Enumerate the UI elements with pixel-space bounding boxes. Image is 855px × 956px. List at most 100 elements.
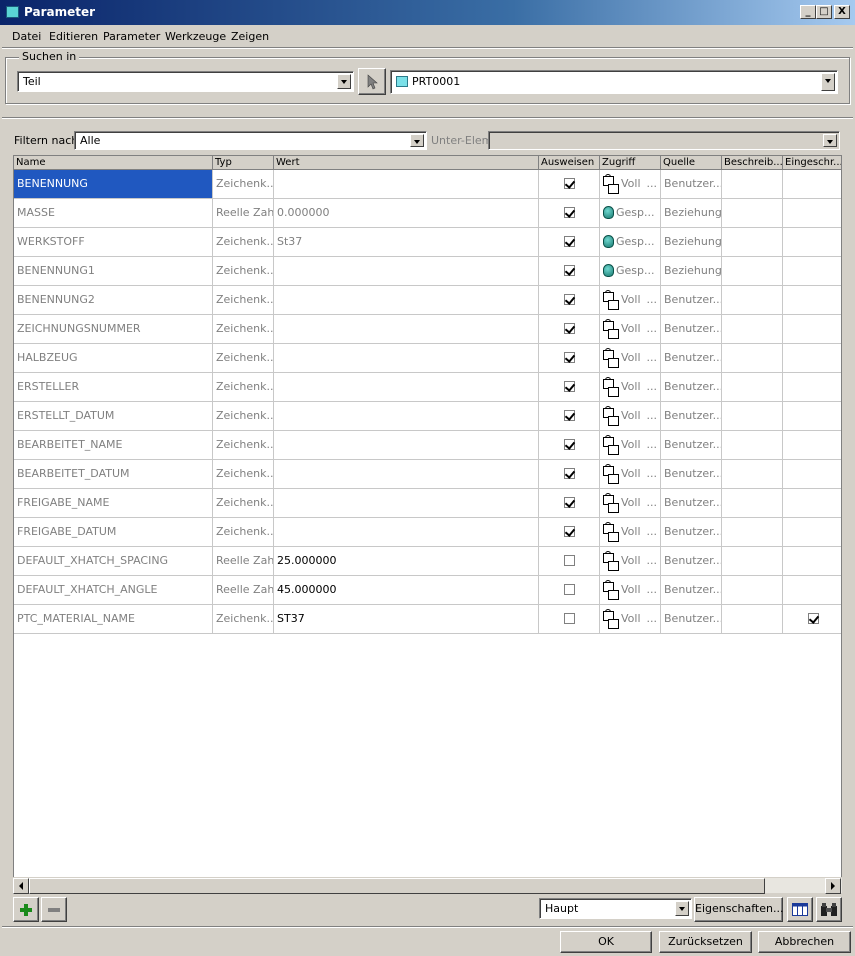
access-more[interactable]: ... <box>647 554 658 567</box>
ausweisen-checkbox[interactable] <box>564 207 575 218</box>
ausweisen-checkbox[interactable] <box>564 381 575 392</box>
column-header-wert[interactable]: Wert <box>274 156 539 170</box>
cell-eingeschraenkt[interactable] <box>783 228 841 256</box>
close-button[interactable]: X <box>834 5 850 19</box>
cell-typ[interactable]: Zeichenk... <box>213 605 274 633</box>
cell-wert[interactable] <box>274 431 539 459</box>
cell-name[interactable]: DEFAULT_XHATCH_ANGLE <box>14 576 213 604</box>
ausweisen-checkbox[interactable] <box>564 584 575 595</box>
cell-ausweisen[interactable] <box>539 257 600 285</box>
access-more[interactable]: ... <box>647 322 658 335</box>
cell-ausweisen[interactable] <box>539 489 600 517</box>
cell-beschreibung[interactable] <box>722 460 783 488</box>
column-header-eingeschraenkt[interactable]: Eingeschr... <box>783 156 841 170</box>
cell-eingeschraenkt[interactable] <box>783 373 841 401</box>
horizontal-scrollbar[interactable] <box>13 877 842 894</box>
remove-parameter-button[interactable] <box>41 897 67 922</box>
cell-wert[interactable]: 0.000000 <box>274 199 539 227</box>
ausweisen-checkbox[interactable] <box>564 178 575 189</box>
cell-zugriff[interactable]: Voll... <box>600 286 661 314</box>
cell-ausweisen[interactable] <box>539 402 600 430</box>
ausweisen-checkbox[interactable] <box>564 526 575 537</box>
ausweisen-checkbox[interactable] <box>564 497 575 508</box>
cell-eingeschraenkt[interactable] <box>783 431 841 459</box>
cell-quelle[interactable]: Benutzer... <box>661 286 722 314</box>
cell-quelle[interactable]: Beziehung <box>661 257 722 285</box>
cell-name[interactable]: BEARBEITET_DATUM <box>14 460 213 488</box>
cell-zugriff[interactable]: Voll... <box>600 460 661 488</box>
cell-typ[interactable]: Zeichenk... <box>213 228 274 256</box>
cell-name[interactable]: HALBZEUG <box>14 344 213 372</box>
access-more[interactable]: ... <box>647 409 658 422</box>
cell-ausweisen[interactable] <box>539 344 600 372</box>
properties-button[interactable]: Eigenschaften... <box>694 897 783 922</box>
cell-beschreibung[interactable] <box>722 286 783 314</box>
access-more[interactable]: ... <box>647 612 658 625</box>
access-more[interactable]: ... <box>647 351 658 364</box>
cell-name[interactable]: MASSE <box>14 199 213 227</box>
cell-typ[interactable]: Reelle Zahl <box>213 547 274 575</box>
cell-zugriff[interactable]: Voll... <box>600 170 661 198</box>
cell-eingeschraenkt[interactable] <box>783 199 841 227</box>
cell-beschreibung[interactable] <box>722 402 783 430</box>
table-row[interactable]: ERSTELLER Zeichenk... Voll... Benutzer... <box>14 373 841 402</box>
cell-typ[interactable]: Zeichenk... <box>213 402 274 430</box>
cell-beschreibung[interactable] <box>722 315 783 343</box>
filter-select[interactable]: Alle <box>74 131 427 150</box>
cell-zugriff[interactable]: Voll... <box>600 489 661 517</box>
cell-eingeschraenkt[interactable] <box>783 402 841 430</box>
cell-wert[interactable] <box>274 489 539 517</box>
cell-beschreibung[interactable] <box>722 344 783 372</box>
cell-name[interactable]: WERKSTOFF <box>14 228 213 256</box>
access-more[interactable]: ... <box>647 293 658 306</box>
ausweisen-checkbox[interactable] <box>564 468 575 479</box>
cell-wert[interactable] <box>274 315 539 343</box>
table-row[interactable]: BENENNUNG1 Zeichenk... Gesp... Beziehung <box>14 257 841 286</box>
scroll-left-icon[interactable] <box>13 878 29 894</box>
table-row[interactable]: PTC_MATERIAL_NAME Zeichenk... ST37 Voll... B… <box>14 605 841 634</box>
cell-eingeschraenkt[interactable] <box>783 518 841 546</box>
table-row[interactable]: ERSTELLT_DATUM Zeichenk... Voll... Benutzer… <box>14 402 841 431</box>
cell-zugriff[interactable]: Voll... <box>600 518 661 546</box>
cell-eingeschraenkt[interactable] <box>783 576 841 604</box>
chevron-down-icon[interactable] <box>410 134 424 147</box>
cell-typ[interactable]: Reelle Zahl <box>213 199 274 227</box>
cell-quelle[interactable]: Benutzer... <box>661 431 722 459</box>
cell-typ[interactable]: Zeichenk... <box>213 315 274 343</box>
cell-zugriff[interactable]: Gesp... <box>600 257 661 285</box>
cell-zugriff[interactable]: Voll... <box>600 431 661 459</box>
cell-zugriff[interactable]: Voll... <box>600 547 661 575</box>
cell-zugriff[interactable]: Gesp... <box>600 199 661 227</box>
menu-datei[interactable]: Datei <box>12 30 41 43</box>
cell-beschreibung[interactable] <box>722 605 783 633</box>
cell-name[interactable]: BENENNUNG <box>14 170 213 198</box>
table-row[interactable]: ZEICHNUNGSNUMMER Zeichenk... Voll... Benutz… <box>14 315 841 344</box>
cell-eingeschraenkt[interactable] <box>783 605 841 633</box>
cell-ausweisen[interactable] <box>539 315 600 343</box>
cell-name[interactable]: FREIGABE_DATUM <box>14 518 213 546</box>
cell-ausweisen[interactable] <box>539 199 600 227</box>
cell-zugriff[interactable]: Voll... <box>600 402 661 430</box>
reset-button[interactable]: Zurücksetzen <box>659 931 752 953</box>
ausweisen-checkbox[interactable] <box>564 613 575 624</box>
cell-quelle[interactable]: Benutzer... <box>661 489 722 517</box>
cell-quelle[interactable]: Beziehung <box>661 228 722 256</box>
cell-wert[interactable] <box>274 257 539 285</box>
cell-wert[interactable]: 25.000000 <box>274 547 539 575</box>
cell-quelle[interactable]: Beziehung <box>661 199 722 227</box>
search-scope-select[interactable]: Teil <box>17 71 354 92</box>
view-select[interactable]: Haupt <box>539 898 692 919</box>
cell-name[interactable]: PTC_MATERIAL_NAME <box>14 605 213 633</box>
cell-eingeschraenkt[interactable] <box>783 547 841 575</box>
cell-name[interactable]: BENENNUNG2 <box>14 286 213 314</box>
cell-typ[interactable]: Zeichenk... <box>213 170 274 198</box>
cell-wert[interactable] <box>274 344 539 372</box>
column-header-ausweisen[interactable]: Ausweisen <box>539 156 600 170</box>
cell-typ[interactable]: Zeichenk... <box>213 460 274 488</box>
cell-quelle[interactable]: Benutzer... <box>661 402 722 430</box>
table-row[interactable]: MASSE Reelle Zahl 0.000000 Gesp... Beziehung <box>14 199 841 228</box>
cell-ausweisen[interactable] <box>539 518 600 546</box>
eingeschraenkt-checkbox[interactable] <box>808 613 819 624</box>
table-row[interactable]: BEARBEITET_DATUM Zeichenk... Voll... Benutz… <box>14 460 841 489</box>
cell-zugriff[interactable]: Voll... <box>600 344 661 372</box>
